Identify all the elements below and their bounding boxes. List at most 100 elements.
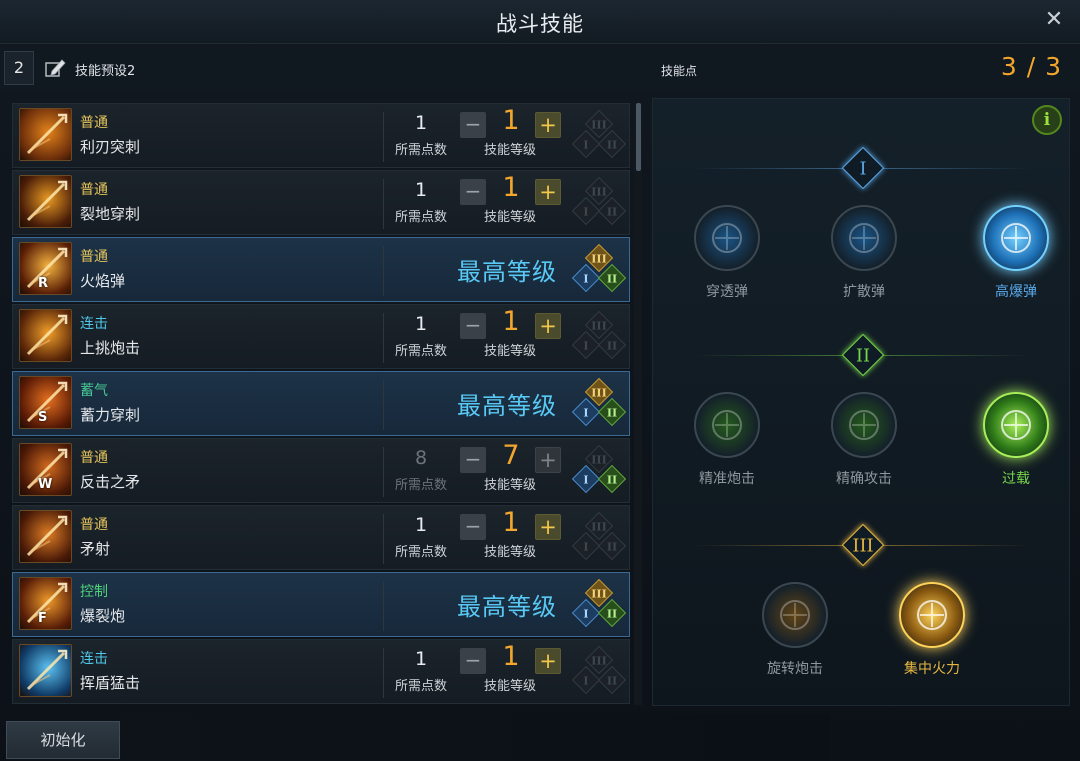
skill-points-label: 技能点 (661, 64, 698, 78)
increase-level-button[interactable]: + (535, 648, 561, 674)
skill-level-label: 技能等级 (483, 143, 536, 158)
decrease-level-button[interactable]: − (460, 648, 486, 674)
tripod-option-label: 精准炮击 (699, 471, 755, 487)
tripod-indicator: III I II (569, 645, 629, 700)
tripod-option[interactable]: 高爆弹 (956, 205, 1076, 301)
info-icon[interactable]: i (1032, 105, 1062, 135)
skill-row[interactable]: W 普通 反击之矛 8 所需点数 − 7 + 技能等级 III I II (12, 438, 630, 503)
tripod-indicator: III I II (569, 511, 629, 566)
skill-row[interactable]: S 蓄气 蓄力穿刺 最高等级 III I II (12, 371, 630, 436)
tripod-option[interactable]: 旋转炮击 (735, 582, 855, 678)
required-points-value: 1 (414, 179, 428, 201)
max-level-label: 最高等级 (457, 258, 557, 286)
skill-level-label: 技能等级 (483, 210, 536, 225)
hotkey-label: R (38, 276, 49, 291)
overload-arrow-icon (983, 392, 1049, 458)
skill-icon (19, 309, 72, 362)
burst-icon (899, 582, 965, 648)
divider (383, 179, 384, 229)
skill-type: 连击 (80, 651, 108, 667)
tier-numeral: II (855, 345, 871, 367)
increase-level-button[interactable]: + (535, 179, 561, 205)
hotkey-label: S (38, 410, 48, 425)
skill-row[interactable]: R 普通 火焰弹 最高等级 III I II (12, 237, 630, 302)
required-points-value: 1 (414, 514, 428, 536)
tripod-option[interactable]: 扩散弹 (804, 205, 924, 301)
skill-name: 蓄力穿刺 (80, 406, 141, 424)
skill-type: 蓄气 (80, 383, 108, 399)
tripod-option[interactable]: 集中火力 (872, 582, 992, 678)
skill-name: 反击之矛 (80, 473, 141, 491)
tripod-option-label: 精确攻击 (836, 471, 892, 487)
divider (383, 246, 384, 296)
skill-row[interactable]: 普通 裂地穿刺 1 所需点数 − 1 + 技能等级 III I II (12, 170, 630, 235)
pencil-icon[interactable] (44, 58, 66, 78)
tripod-indicator: III I II (569, 578, 629, 633)
tier-numeral: I (859, 158, 867, 180)
skill-row[interactable]: 普通 矛射 1 所需点数 − 1 + 技能等级 III I II (12, 505, 630, 570)
skill-icon (19, 175, 72, 228)
increase-level-button[interactable]: + (535, 447, 561, 473)
divider (383, 447, 384, 497)
skill-type: 连击 (80, 316, 108, 332)
title-bar: 战斗技能 ✕ (0, 0, 1080, 44)
bottom-decoration (120, 713, 830, 761)
skill-name: 裂地穿刺 (80, 205, 141, 223)
skill-level-label: 技能等级 (483, 679, 536, 694)
tripod-option[interactable]: 精确攻击 (804, 392, 924, 488)
increase-level-button[interactable]: + (535, 313, 561, 339)
horned-skull-icon (983, 205, 1049, 271)
skill-points-value: 3 / 3 (1000, 52, 1062, 81)
required-points-value: 1 (414, 313, 428, 335)
divider (383, 313, 384, 363)
skill-row[interactable]: 普通 利刃突刺 1 所需点数 − 1 + 技能等级 III I II (12, 103, 630, 168)
skill-level-value: 1 (502, 507, 520, 538)
skill-row[interactable]: 连击 上挑炮击 1 所需点数 − 1 + 技能等级 III I II (12, 304, 630, 369)
skill-window: 战斗技能 ✕ 2 技能预设2 技能点 3 / 3 普通 利刃突刺 1 所需点数 … (0, 0, 1080, 761)
decrease-level-button[interactable]: − (460, 112, 486, 138)
skull-icon (831, 205, 897, 271)
reset-button[interactable]: 初始化 (6, 721, 120, 759)
skill-name: 上挑炮击 (80, 339, 141, 357)
decrease-level-button[interactable]: − (460, 514, 486, 540)
max-level-label: 最高等级 (457, 593, 557, 621)
divider (383, 514, 384, 564)
required-points-label: 所需点数 (394, 478, 447, 493)
skill-icon: S (19, 376, 72, 429)
scrollbar-track[interactable] (634, 103, 642, 705)
tripod-option[interactable]: 过载 (956, 392, 1076, 488)
required-points-label: 所需点数 (394, 344, 447, 359)
close-icon[interactable]: ✕ (1042, 8, 1066, 32)
tripod-option-label: 旋转炮击 (767, 661, 823, 677)
precise-shot-icon (694, 392, 760, 458)
required-points-label: 所需点数 (394, 210, 447, 225)
skill-type: 控制 (80, 584, 108, 600)
scrollbar-thumb[interactable] (636, 103, 641, 171)
tripod-option[interactable]: 精准炮击 (667, 392, 787, 488)
preset-number-button[interactable]: 2 (4, 51, 34, 85)
required-points-label: 所需点数 (394, 679, 447, 694)
skill-icon (19, 108, 72, 161)
preset-name[interactable]: 技能预设2 (75, 60, 135, 79)
skill-type: 普通 (80, 249, 108, 265)
decrease-level-button[interactable]: − (460, 179, 486, 205)
tripod-indicator: III I II (569, 310, 629, 365)
arrow-pierce-icon (694, 205, 760, 271)
skill-level-value: 1 (502, 105, 520, 136)
divider (383, 112, 384, 162)
decrease-level-button[interactable]: − (460, 313, 486, 339)
skill-list: 普通 利刃突刺 1 所需点数 − 1 + 技能等级 III I II 普通 裂地… (12, 103, 630, 705)
tripod-indicator: III I II (569, 243, 629, 298)
skill-type: 普通 (80, 115, 108, 131)
skill-row[interactable]: 连击 挥盾猛击 1 所需点数 − 1 + 技能等级 III I II (12, 639, 630, 704)
skill-type: 普通 (80, 182, 108, 198)
tripod-option[interactable]: 穿透弹 (667, 205, 787, 301)
decrease-level-button[interactable]: − (460, 447, 486, 473)
skill-row[interactable]: F 控制 爆裂炮 最高等级 III I II (12, 572, 630, 637)
increase-level-button[interactable]: + (535, 514, 561, 540)
divider (383, 648, 384, 698)
increase-level-button[interactable]: + (535, 112, 561, 138)
skill-icon: R (19, 242, 72, 295)
skill-icon: W (19, 443, 72, 496)
required-points-label: 所需点数 (394, 143, 447, 158)
